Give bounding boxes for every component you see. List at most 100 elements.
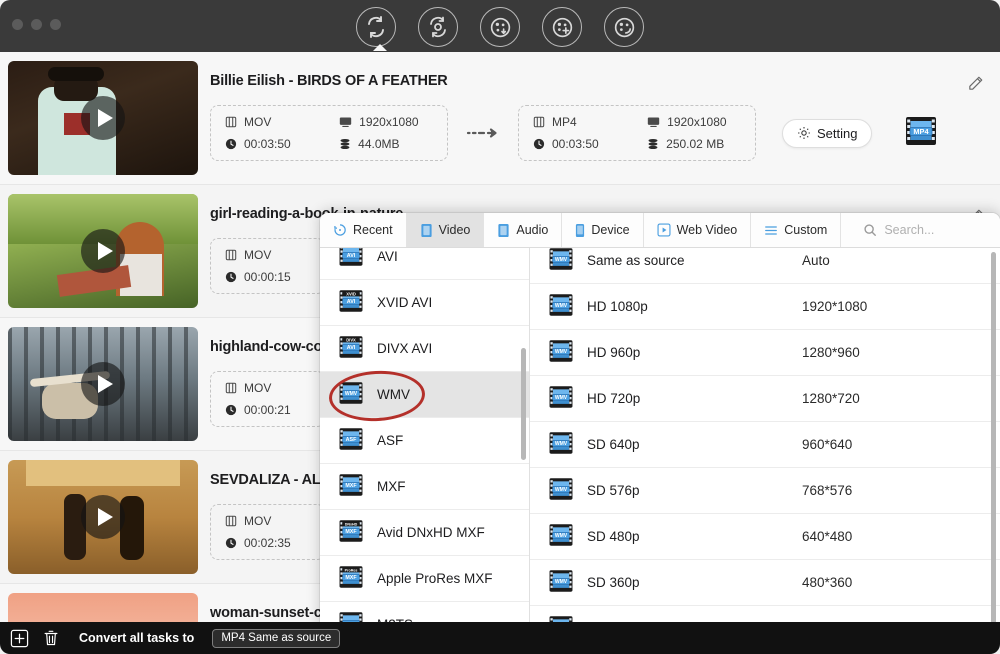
svg-text:MXF: MXF [345,575,357,581]
search-box[interactable] [841,213,1000,247]
svg-text:XVID: XVID [346,292,356,297]
list-item[interactable]: WMV SD 576p 768*576 [530,468,1000,514]
source-format: MOV [225,115,305,129]
svg-text:DIVX: DIVX [346,338,356,343]
list-item[interactable]: WMV Same as source Auto [530,248,1000,284]
video-thumbnail[interactable] [8,327,198,441]
svg-text:WMV: WMV [555,303,568,309]
audio-icon [498,223,509,237]
clock-icon [225,138,237,150]
format-badge-mp4[interactable]: MP4 [904,114,938,153]
main-toolbar [0,4,1000,50]
format-badge-icon: WMV [338,380,364,409]
svg-text:DNxHD: DNxHD [345,523,358,527]
bottom-bar: Convert all tasks to MP4 Same as source [0,622,1000,654]
format-tabs: Recent Video Audio Device Web Video Cust… [320,213,1000,248]
arrow-icon [466,127,500,139]
resolution-badge-icon: WMV [548,568,574,597]
gear-icon [798,127,810,139]
list-item[interactable]: WMV SD 360p 480*360 [530,560,1000,606]
play-icon[interactable] [81,96,125,140]
list-item[interactable]: WMV SD 640p 960*640 [530,422,1000,468]
resolution-list-inner: WMV Same as source Auto WMV HD 1080p 192… [530,248,1000,643]
title-bar [0,0,1000,52]
list-item[interactable]: WMV HD 960p 1280*960 [530,330,1000,376]
resolution-list-scrollbar[interactable] [991,252,996,630]
target-info-box[interactable]: MP4 1920x1080 00:03:50 250.02 MB [518,105,756,161]
downloader-icon[interactable] [480,7,520,47]
tab-custom[interactable]: Custom [751,213,842,247]
list-item[interactable]: DIVX AVI DIVX AVI [320,326,529,372]
play-icon[interactable] [81,495,125,539]
tab-web-video[interactable]: Web Video [644,213,752,247]
format-list-scrollbar[interactable] [521,348,526,460]
file-title: Billie Eilish - BIRDS OF A FEATHER [210,73,448,89]
format-picker-popup[interactable]: Recent Video Audio Device Web Video Cust… [320,213,1000,643]
convert-all-select[interactable]: MP4 Same as source [212,628,341,648]
target-duration: 00:03:50 [533,137,613,151]
svg-text:AVI: AVI [347,253,356,259]
svg-text:WMV: WMV [555,395,568,401]
database-icon [648,138,658,150]
format-list[interactable]: AVI AVI XVID AVI XVID AVI DIVX AVI DIVX … [320,248,530,643]
add-files-button[interactable] [9,628,30,649]
resolution-badge-icon: WMV [548,292,574,321]
tab-video[interactable]: Video [406,213,485,247]
compressor-icon[interactable] [418,7,458,47]
resolution-name: SD 640p [587,437,640,452]
web-video-icon [657,223,671,237]
list-item[interactable]: XVID AVI XVID AVI [320,280,529,326]
editor-icon[interactable] [542,7,582,47]
svg-text:WMV: WMV [555,487,568,493]
source-duration: 00:03:50 [225,137,305,151]
convert-all-label: Convert all tasks to [79,631,195,645]
conversion-summary: MOV 1920x1080 00:03:50 44.0MB MP4 1920x1… [210,105,1000,161]
resolution-value: Auto [802,253,830,268]
list-item[interactable]: DNxHD MXF Avid DNxHD MXF [320,510,529,556]
svg-text:WMV: WMV [555,441,568,447]
source-duration: 00:00:21 [225,403,310,417]
video-thumbnail[interactable] [8,194,198,308]
resolution-badge-icon: WMV [548,384,574,413]
table-row[interactable]: Billie Eilish - BIRDS OF A FEATHER MOV 1… [0,52,1000,185]
list-item[interactable]: WMV HD 1080p 1920*1080 [530,284,1000,330]
video-thumbnail[interactable] [8,593,198,622]
format-label: AVI [377,249,398,264]
format-badge-icon: ASF [338,426,364,455]
svg-text:WMV: WMV [555,579,568,585]
list-item[interactable]: WMV HD 720p 1280*720 [530,376,1000,422]
resolution-value: 960*640 [802,437,853,452]
list-item[interactable]: ASF ASF [320,418,529,464]
format-badge-icon: ProRes MXF [338,564,364,593]
play-icon[interactable] [81,229,125,273]
search-input[interactable] [884,223,995,237]
resolution-list[interactable]: WMV Same as source Auto WMV HD 1080p 192… [530,248,1000,643]
video-thumbnail[interactable] [8,61,198,175]
tab-device[interactable]: Device [562,213,644,247]
list-item[interactable]: WMV SD 480p 640*480 [530,514,1000,560]
resolution-name: SD 480p [587,529,640,544]
edit-icon[interactable] [967,75,984,97]
resolution-name: SD 360p [587,575,640,590]
toolbox-icon[interactable] [604,7,644,47]
list-item[interactable]: MXF MXF [320,464,529,510]
video-thumbnail[interactable] [8,460,198,574]
play-icon[interactable] [81,362,125,406]
resolution-name: HD 720p [587,391,641,406]
resolution-name: HD 1080p [587,299,648,314]
delete-button[interactable] [40,628,61,649]
list-item[interactable]: ProRes MXF Apple ProRes MXF [320,556,529,602]
tab-recent[interactable]: Recent [320,213,407,247]
setting-button[interactable]: Setting [782,118,873,148]
resolution-name: SD 576p [587,483,640,498]
list-item[interactable]: AVI AVI [320,248,529,280]
format-badge-icon: AVI [338,248,364,271]
custom-icon [765,225,778,235]
converter-icon[interactable] [356,7,396,47]
format-label: Apple ProRes MXF [377,571,493,586]
resolution-value: 1920*1080 [802,299,868,314]
recent-icon [334,224,346,236]
list-item-wmv[interactable]: WMV WMV [320,372,529,418]
svg-text:AVI: AVI [347,299,356,305]
tab-audio[interactable]: Audio [484,213,563,247]
